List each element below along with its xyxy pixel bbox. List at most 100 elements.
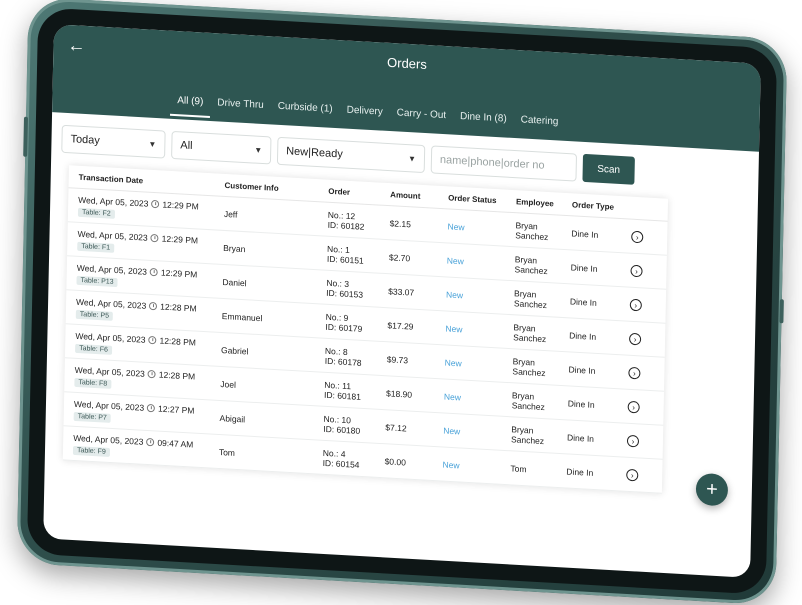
column-header: Order <box>328 186 351 197</box>
order-type: Dine In <box>568 363 596 376</box>
chevron-right-circle-icon[interactable]: › <box>626 468 639 481</box>
order-status: New <box>442 459 460 470</box>
transaction-date-cell: Wed, Apr 05, 2023 12:28 PM Table: F6 <box>75 330 221 360</box>
order-status: New <box>446 288 464 300</box>
customer-name: Gabriel <box>220 344 249 357</box>
app-screen: ← Orders All (9) Drive Thru Curbside (1)… <box>43 24 761 578</box>
order-type: Dine In <box>571 227 599 240</box>
chevron-right-circle-icon[interactable]: › <box>631 230 644 243</box>
transaction-time: 09:47 AM <box>157 437 194 450</box>
employee-last: Sanchez <box>513 331 547 344</box>
customer-name: Abigail <box>219 412 246 424</box>
order-id: ID: 60178 <box>324 355 362 368</box>
tab-all[interactable]: All (9) <box>169 88 211 118</box>
tab-curbside[interactable]: Curbside (1) <box>270 94 339 125</box>
table-badge: Table: P13 <box>76 275 118 287</box>
employee-last: Sanchez <box>510 433 545 446</box>
tab-drive-thru[interactable]: Drive Thru <box>210 91 271 121</box>
order-status: New <box>443 390 462 402</box>
transaction-date: Wed, Apr 05, 2023 <box>75 330 146 345</box>
chevron-right-circle-icon[interactable]: › <box>628 366 641 379</box>
chevron-right-circle-icon[interactable]: › <box>627 400 640 413</box>
order-id: ID: 60154 <box>322 457 360 470</box>
order-amount: $2.15 <box>389 217 411 229</box>
order-cell: No.: 11 ID: 60181 <box>324 379 386 402</box>
date-filter-value: Today <box>70 133 100 147</box>
transaction-time: 12:29 PM <box>162 198 199 212</box>
employee-cell: Bryan Sanchez <box>512 390 568 413</box>
scan-button[interactable]: Scan <box>582 153 635 185</box>
tab-dine-in[interactable]: Dine In (8) <box>453 105 514 135</box>
order-status: New <box>443 425 461 436</box>
chevron-right-circle-icon[interactable]: › <box>629 332 642 345</box>
clock-icon <box>147 403 156 412</box>
tab-catering[interactable]: Catering <box>513 108 565 138</box>
search-input[interactable] <box>430 145 578 182</box>
tablet-device: ← Orders All (9) Drive Thru Curbside (1)… <box>16 0 788 605</box>
order-id: ID: 60153 <box>326 287 364 300</box>
side-connector <box>779 299 784 324</box>
order-amount: $17.29 <box>387 319 414 332</box>
order-amount: $0.00 <box>384 455 407 467</box>
order-id: ID: 60151 <box>326 253 364 266</box>
transaction-time: 12:28 PM <box>159 335 196 348</box>
type-filter-value: All <box>180 139 193 153</box>
column-header: Customer Info <box>224 180 279 193</box>
employee-last: Sanchez <box>513 297 548 310</box>
order-type: Dine In <box>566 465 594 478</box>
date-filter-select[interactable]: Today ▼ <box>61 124 166 159</box>
transaction-time: 12:28 PM <box>158 369 196 382</box>
add-order-button[interactable]: + <box>695 472 729 507</box>
customer-name: Joel <box>220 378 237 390</box>
order-cell: No.: 9 ID: 60179 <box>325 311 387 334</box>
chevron-right-circle-icon[interactable]: › <box>626 434 640 447</box>
tab-carry-out[interactable]: Carry - Out <box>389 101 453 132</box>
status-filter-select[interactable]: New|Ready ▼ <box>276 136 426 174</box>
transaction-time: 12:28 PM <box>160 301 197 314</box>
transaction-date: Wed, Apr 05, 2023 <box>74 364 145 379</box>
transaction-date: Wed, Apr 05, 2023 <box>76 262 148 277</box>
transaction-date-cell: Wed, Apr 05, 2023 09:47 AM Table: F9 <box>72 432 219 462</box>
order-cell: No.: 4 ID: 60154 <box>323 447 385 470</box>
caret-down-icon: ▼ <box>254 145 263 155</box>
order-type: Dine In <box>569 295 597 308</box>
clock-icon <box>149 267 159 276</box>
orders-table: Transaction Date Customer Info Order Amo… <box>62 165 669 494</box>
customer-name: Daniel <box>222 276 247 288</box>
order-amount: $9.73 <box>386 353 409 365</box>
customer-name: Emmanuel <box>221 310 263 323</box>
transaction-time: 12:29 PM <box>161 232 199 246</box>
order-id: ID: 60181 <box>323 389 361 402</box>
clock-icon <box>146 437 155 446</box>
transaction-date-cell: Wed, Apr 05, 2023 12:29 PM Table: F1 <box>77 228 223 258</box>
order-id: ID: 60179 <box>325 321 363 334</box>
order-amount: $33.07 <box>388 285 415 298</box>
order-status: New <box>446 254 464 266</box>
type-filter-select[interactable]: All ▼ <box>171 130 272 165</box>
employee-cell: Bryan Sanchez <box>512 356 568 379</box>
employee-last: Sanchez <box>512 365 546 378</box>
order-tabs: All (9) Drive Thru Curbside (1) Delivery… <box>169 88 566 138</box>
employee-last: Sanchez <box>511 399 545 412</box>
order-type: Dine In <box>569 329 597 342</box>
customer-name: Bryan <box>223 242 246 254</box>
transaction-date-cell: Wed, Apr 05, 2023 12:27 PM Table: P7 <box>73 398 220 428</box>
clock-icon <box>150 233 159 242</box>
transaction-date: Wed, Apr 05, 2023 <box>73 432 144 447</box>
order-amount: $7.12 <box>385 421 407 433</box>
employee-first: Tom <box>510 462 527 474</box>
transaction-date: Wed, Apr 05, 2023 <box>78 194 149 209</box>
chevron-right-circle-icon[interactable]: › <box>629 298 642 311</box>
customer-name: Tom <box>218 446 236 458</box>
order-type: Dine In <box>570 261 598 274</box>
transaction-date: Wed, Apr 05, 2023 <box>77 228 148 243</box>
order-id: ID: 60182 <box>327 219 365 232</box>
plus-icon: + <box>705 478 718 501</box>
table-badge: Table: F9 <box>72 445 110 457</box>
table-badge: Table: P5 <box>75 309 114 321</box>
order-cell: No.: 1 ID: 60151 <box>327 243 389 266</box>
tab-delivery[interactable]: Delivery <box>339 98 390 128</box>
transaction-date: Wed, Apr 05, 2023 <box>73 398 145 413</box>
table-badge: Table: F6 <box>75 343 112 355</box>
chevron-right-circle-icon[interactable]: › <box>630 264 643 277</box>
